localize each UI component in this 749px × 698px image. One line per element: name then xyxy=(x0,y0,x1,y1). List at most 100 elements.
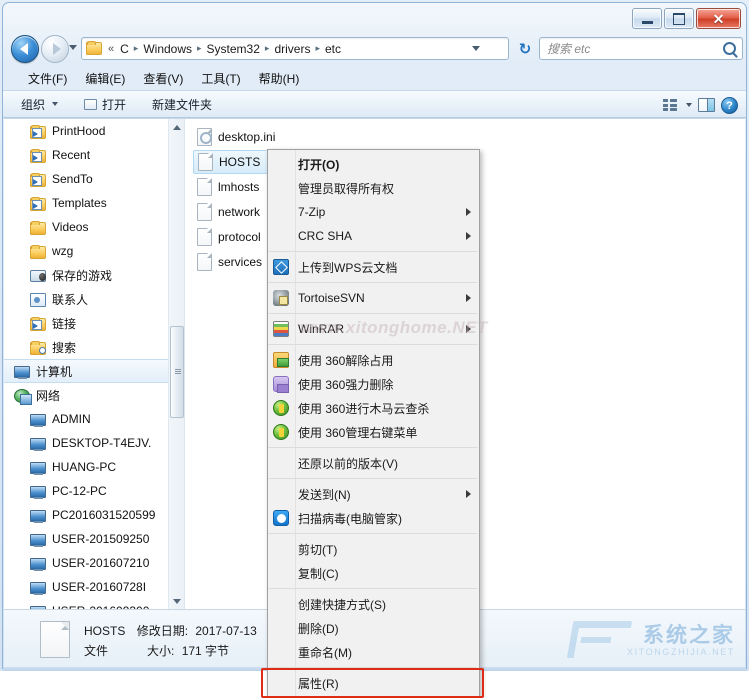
context-menu-item[interactable]: 7-Zip xyxy=(268,200,479,224)
menu-separator xyxy=(268,478,477,479)
back-button[interactable] xyxy=(11,35,39,63)
context-menu-item[interactable]: CRC SHA xyxy=(268,224,479,248)
minimize-button[interactable] xyxy=(632,8,662,29)
menu-help[interactable]: 帮助(H) xyxy=(250,68,309,89)
search-icon[interactable] xyxy=(723,42,736,55)
file-name-label: HOSTS xyxy=(219,155,261,169)
forward-button[interactable] xyxy=(41,35,69,63)
breadcrumb-item-2[interactable]: System32 xyxy=(204,41,263,57)
breadcrumb-sep[interactable]: ▸ xyxy=(313,43,322,54)
organize-button[interactable]: 组织 xyxy=(13,93,66,116)
details-line-2b: 大小: 171 字节 xyxy=(147,642,229,659)
scrollbar-thumb[interactable] xyxy=(170,326,184,418)
tree-item[interactable]: 搜索 xyxy=(4,335,182,359)
context-menu-item[interactable]: 使用 360管理右键菜单 xyxy=(268,420,479,444)
recent-locations-dropdown-icon[interactable] xyxy=(69,45,77,50)
context-menu-item[interactable]: 扫描病毒(电脑管家) xyxy=(268,506,479,530)
menu-edit[interactable]: 编辑(E) xyxy=(76,68,134,89)
breadcrumb-sep[interactable]: ▸ xyxy=(195,43,204,54)
change-view-icon[interactable] xyxy=(663,99,678,111)
computer-icon xyxy=(30,438,46,451)
tree-item[interactable]: wzg xyxy=(4,239,182,263)
tree-item[interactable]: USER-201609300 xyxy=(4,599,182,609)
arrow-left-icon xyxy=(19,43,28,55)
tree-item[interactable]: Templates xyxy=(4,191,182,215)
context-menu-item[interactable]: 还原以前的版本(V) xyxy=(268,451,479,475)
tree-item[interactable]: ADMIN xyxy=(4,407,182,431)
context-menu-item-label: 管理员取得所有权 xyxy=(298,181,395,196)
context-menu-item[interactable]: 重命名(M) xyxy=(268,640,479,664)
tree-item[interactable]: HUANG-PC xyxy=(4,455,182,479)
tree-item[interactable]: PrintHood xyxy=(4,119,182,143)
tree-item[interactable]: PC2016031520599 xyxy=(4,503,182,527)
context-menu-item[interactable]: 删除(D) xyxy=(268,616,479,640)
maximize-button[interactable] xyxy=(664,8,694,29)
tree-item[interactable]: 联系人 xyxy=(4,287,182,311)
context-menu-item[interactable]: 发送到(N) xyxy=(268,482,479,506)
context-menu-item[interactable]: TortoiseSVN xyxy=(268,286,479,310)
search-input[interactable]: 搜索 etc xyxy=(547,40,590,57)
context-menu-item[interactable]: 使用 360强力删除 xyxy=(268,372,479,396)
refresh-button[interactable]: ↻ xyxy=(515,39,535,58)
file-list-item[interactable]: network xyxy=(193,200,277,224)
address-dropdown-icon[interactable] xyxy=(472,46,480,51)
triangle-up-icon xyxy=(173,125,181,130)
help-icon[interactable]: ? xyxy=(721,96,738,114)
context-menu-item[interactable]: 使用 360进行木马云查杀 xyxy=(268,396,479,420)
tree-item[interactable]: Videos xyxy=(4,215,182,239)
menu-tools[interactable]: 工具(T) xyxy=(192,68,249,89)
context-menu-item[interactable]: 属性(R) xyxy=(268,671,479,695)
close-button[interactable]: ✕ xyxy=(696,8,741,29)
file-list-item[interactable]: HOSTS xyxy=(193,150,277,174)
chevron-down-icon[interactable] xyxy=(686,103,692,107)
tree-item[interactable]: 计算机 xyxy=(4,359,182,383)
file-list-item[interactable]: desktop.ini xyxy=(193,125,277,149)
scroll-up-button[interactable] xyxy=(169,119,185,136)
tree-item[interactable]: Recent xyxy=(4,143,182,167)
preview-pane-icon[interactable] xyxy=(698,98,715,112)
context-menu-item[interactable]: 使用 360解除占用 xyxy=(268,348,479,372)
file-list-item[interactable]: lmhosts xyxy=(193,175,277,199)
navigation-pane-scrollbar[interactable] xyxy=(168,119,184,609)
file-list-item[interactable]: services xyxy=(193,250,277,274)
tree-item[interactable]: 保存的游戏 xyxy=(4,263,182,287)
context-menu-item[interactable]: 上传到WPS云文档 xyxy=(268,255,479,279)
tree-item[interactable]: SendTo xyxy=(4,167,182,191)
menu-file[interactable]: 文件(F) xyxy=(19,68,76,89)
breadcrumb-item-3[interactable]: drivers xyxy=(271,41,313,57)
breadcrumb-overflow-chevron[interactable]: « xyxy=(105,42,117,56)
context-menu-item[interactable]: 打开(O) xyxy=(268,152,479,176)
tree-item-label: DESKTOP-T4EJV. xyxy=(52,436,152,450)
tree-item[interactable]: 网络 xyxy=(4,383,182,407)
tree-item[interactable]: USER-201509250 xyxy=(4,527,182,551)
tree-item[interactable]: 链接 xyxy=(4,311,182,335)
breadcrumb-sep[interactable]: ▸ xyxy=(263,43,272,54)
close-icon: ✕ xyxy=(712,10,725,27)
breadcrumb-item-1[interactable]: Windows xyxy=(140,41,195,57)
tree-item-label: HUANG-PC xyxy=(52,460,117,474)
context-menu-item[interactable]: WinRAR xyxy=(268,317,479,341)
tree-item[interactable]: USER-201607210 xyxy=(4,551,182,575)
chevron-down-icon xyxy=(52,102,59,106)
context-menu-item[interactable]: 创建快捷方式(S) xyxy=(268,592,479,616)
new-folder-button[interactable]: 新建文件夹 xyxy=(144,93,220,116)
tree-item[interactable]: USER-20160728I xyxy=(4,575,182,599)
search-box[interactable]: 搜索 etc xyxy=(539,37,743,60)
file-name-label: protocol xyxy=(218,230,261,244)
open-label: 打开 xyxy=(102,97,127,112)
tree-item-label: PC-12-PC xyxy=(52,484,107,498)
open-button[interactable]: 打开 xyxy=(76,93,134,116)
context-menu-item[interactable]: 复制(C) xyxy=(268,561,479,585)
file-list-item[interactable]: protocol xyxy=(193,225,277,249)
breadcrumb-item-0[interactable]: C xyxy=(117,41,132,57)
scroll-down-button[interactable] xyxy=(169,593,185,609)
tree-item[interactable]: DESKTOP-T4EJV. xyxy=(4,431,182,455)
breadcrumb-sep[interactable]: ▸ xyxy=(132,43,141,54)
menu-view[interactable]: 查看(V) xyxy=(134,68,192,89)
tree-item[interactable]: PC-12-PC xyxy=(4,479,182,503)
context-menu-item[interactable]: 剪切(T) xyxy=(268,537,479,561)
tree-item-label: USER-20160728I xyxy=(52,580,147,594)
address-bar[interactable]: « C ▸ Windows ▸ System32 ▸ drivers ▸ etc xyxy=(81,37,509,60)
context-menu-item[interactable]: 管理员取得所有权 xyxy=(268,176,479,200)
breadcrumb-item-4[interactable]: etc xyxy=(322,41,344,57)
